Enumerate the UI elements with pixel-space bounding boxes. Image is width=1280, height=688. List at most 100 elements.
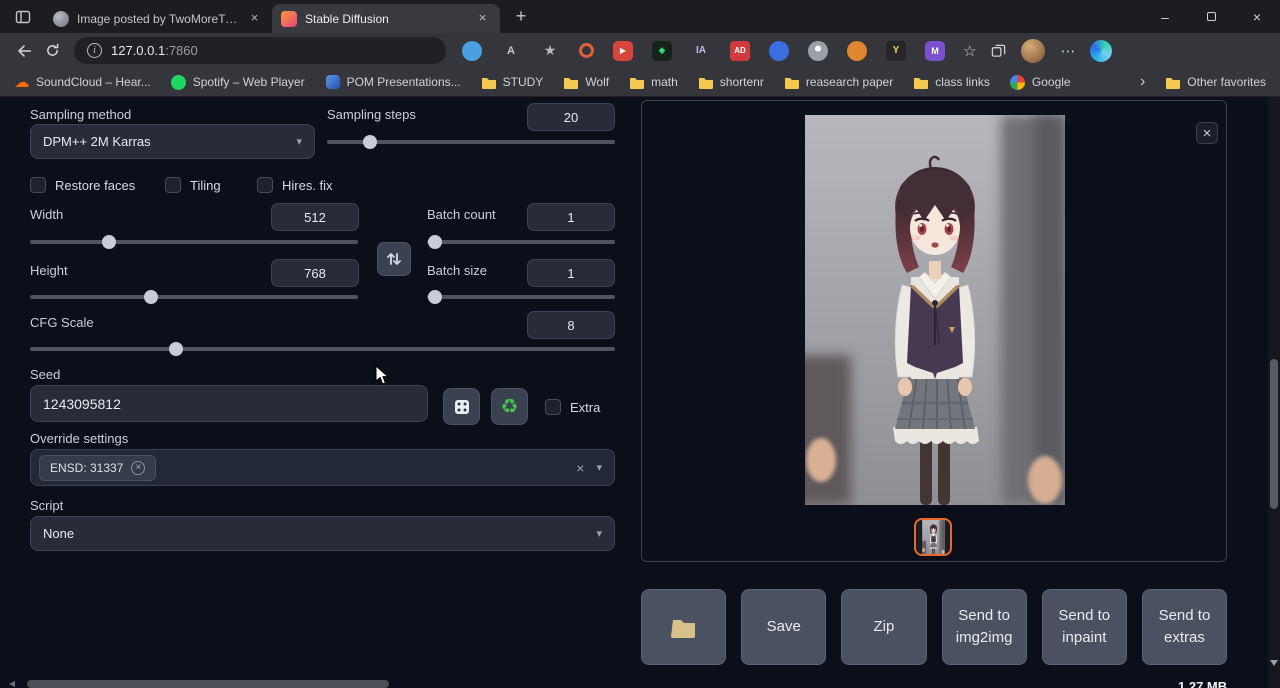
ad-extension-icon[interactable]: AD — [730, 41, 750, 61]
random-seed-button[interactable] — [443, 388, 480, 425]
generated-image[interactable] — [805, 115, 1065, 505]
orange-circle-extension-icon[interactable] — [847, 41, 867, 61]
bookmark-wolf[interactable]: Wolf — [563, 74, 609, 90]
slider-handle[interactable] — [102, 235, 116, 249]
width-input[interactable] — [271, 203, 359, 231]
menu-dots-icon[interactable]: ⋯ — [1060, 42, 1075, 60]
refresh-button[interactable] — [38, 37, 66, 65]
tab-actions-icon[interactable] — [10, 5, 36, 29]
favorites-star-icon[interactable]: ☆ — [963, 42, 976, 60]
y-extension-icon[interactable]: Y — [886, 41, 906, 61]
blue-circle-extension-icon[interactable] — [769, 41, 789, 61]
width-slider[interactable] — [30, 235, 358, 249]
script-dropdown[interactable]: None ▾ — [30, 516, 615, 551]
sampling-method-dropdown[interactable]: DPM++ 2M Karras ▾ — [30, 124, 315, 159]
site-info-icon[interactable]: i — [87, 43, 102, 58]
seed-input[interactable] — [30, 385, 428, 422]
slider-handle[interactable] — [363, 135, 377, 149]
url-text[interactable]: 127.0.0.1:7860 — [111, 43, 198, 58]
slider-handle[interactable] — [169, 342, 183, 356]
bookmark-google[interactable]: Google — [1010, 74, 1071, 90]
restore-faces-checkbox[interactable] — [30, 177, 46, 193]
batch-count-slider[interactable] — [427, 235, 615, 249]
new-tab-button[interactable]: + — [508, 4, 534, 30]
gallery-thumbnail[interactable] — [914, 518, 952, 556]
tiling-checkbox[interactable] — [165, 177, 181, 193]
slider-handle[interactable] — [428, 235, 442, 249]
orange-ring-extension-icon[interactable] — [579, 43, 594, 58]
scrollbar-thumb[interactable] — [1270, 359, 1278, 509]
bookmark-study[interactable]: STUDY — [481, 74, 544, 90]
tab-close-icon[interactable]: × — [246, 10, 263, 27]
sampling-steps-slider[interactable] — [327, 135, 615, 149]
clear-all-icon[interactable]: × — [576, 460, 584, 476]
save-button[interactable]: Save — [741, 589, 826, 665]
copilot-icon[interactable] — [1090, 40, 1112, 62]
dark-green-extension-icon[interactable]: ◆ — [652, 41, 672, 61]
chip-remove-icon[interactable]: × — [131, 461, 145, 475]
bookmark-spotify[interactable]: Spotify – Web Player — [171, 74, 305, 90]
vertical-scrollbar[interactable] — [1268, 97, 1280, 688]
close-preview-icon[interactable]: × — [1196, 122, 1218, 144]
pin-extension-icon[interactable] — [808, 41, 828, 61]
video-extension-icon[interactable]: ▶ — [613, 41, 633, 61]
batch-count-input[interactable] — [527, 203, 615, 231]
purple-extension-icon[interactable]: M — [925, 41, 945, 61]
tiling-option[interactable]: Tiling — [165, 177, 221, 193]
cfg-scale-input[interactable] — [527, 311, 615, 339]
horizontal-scrollbar-thumb[interactable] — [27, 680, 389, 688]
bookmark-soundcloud[interactable]: ☁SoundCloud – Hear... — [14, 74, 151, 90]
open-folder-button[interactable] — [641, 589, 726, 665]
send-to-img2img-button[interactable]: Send to img2img — [942, 589, 1027, 665]
swap-dimensions-button[interactable] — [377, 242, 411, 276]
folder-icon — [481, 74, 497, 90]
address-bar[interactable]: i 127.0.0.1:7860 — [74, 37, 446, 64]
window-close-button[interactable]: × — [1234, 0, 1280, 33]
chevron-down-icon: ▾ — [596, 527, 602, 540]
bookmark-shortenr[interactable]: shortenr — [698, 74, 764, 90]
send-to-inpaint-button[interactable]: Send to inpaint — [1042, 589, 1127, 665]
hires-fix-option[interactable]: Hires. fix — [257, 177, 333, 193]
chevron-down-icon[interactable]: ▾ — [596, 461, 602, 474]
tag-extension-icon[interactable] — [462, 41, 482, 61]
profile-avatar[interactable] — [1021, 39, 1045, 63]
ia-extension-icon[interactable]: IA — [691, 41, 711, 61]
bookmark-pom[interactable]: POM Presentations... — [325, 74, 461, 90]
zip-button[interactable]: Zip — [841, 589, 926, 665]
slider-handle[interactable] — [428, 290, 442, 304]
star-extension-icon[interactable]: ★ — [540, 41, 560, 61]
tab-stable-diffusion[interactable]: Stable Diffusion × — [272, 4, 500, 33]
batch-size-input[interactable] — [527, 259, 615, 287]
height-input[interactable] — [271, 259, 359, 287]
tab-title: Stable Diffusion — [305, 12, 466, 26]
height-slider[interactable] — [30, 290, 358, 304]
scroll-left-arrow-icon[interactable] — [9, 681, 15, 687]
other-favorites-button[interactable]: Other favorites — [1165, 74, 1266, 90]
minimize-button[interactable]: – — [1142, 0, 1188, 33]
tab-close-icon[interactable]: × — [474, 10, 491, 27]
a-extension-icon[interactable]: A — [501, 41, 521, 61]
restore-faces-option[interactable]: Restore faces — [30, 177, 135, 193]
bookmarks-overflow-chevron-icon[interactable]: › — [1140, 73, 1145, 91]
back-button[interactable] — [10, 37, 38, 65]
dice-icon — [453, 398, 471, 416]
sampling-steps-input[interactable] — [527, 103, 615, 131]
extra-seed-option[interactable]: Extra — [545, 399, 600, 415]
hires-fix-checkbox[interactable] — [257, 177, 273, 193]
tab-image-posted[interactable]: Image posted by TwoMoreTimes... × — [44, 4, 272, 33]
bookmark-math[interactable]: math — [629, 74, 678, 90]
batch-size-slider[interactable] — [427, 290, 615, 304]
reuse-seed-button[interactable]: ♻ — [491, 388, 528, 425]
bookmark-reasearch-paper[interactable]: reasearch paper — [784, 74, 893, 90]
bookmark-class-links[interactable]: class links — [913, 74, 990, 90]
maximize-button[interactable] — [1188, 0, 1234, 33]
bookmarks-bar: ☁SoundCloud – Hear... Spotify – Web Play… — [0, 68, 1280, 97]
slider-handle[interactable] — [144, 290, 158, 304]
cfg-scale-slider[interactable] — [30, 342, 615, 356]
extra-checkbox[interactable] — [545, 399, 561, 415]
send-to-extras-button[interactable]: Send to extras — [1142, 589, 1227, 665]
collections-icon[interactable] — [991, 43, 1006, 58]
override-chip[interactable]: ENSD: 31337 × — [39, 455, 156, 481]
override-settings-box[interactable]: ENSD: 31337 × × ▾ — [30, 449, 615, 486]
scroll-down-arrow-icon[interactable] — [1270, 660, 1278, 666]
